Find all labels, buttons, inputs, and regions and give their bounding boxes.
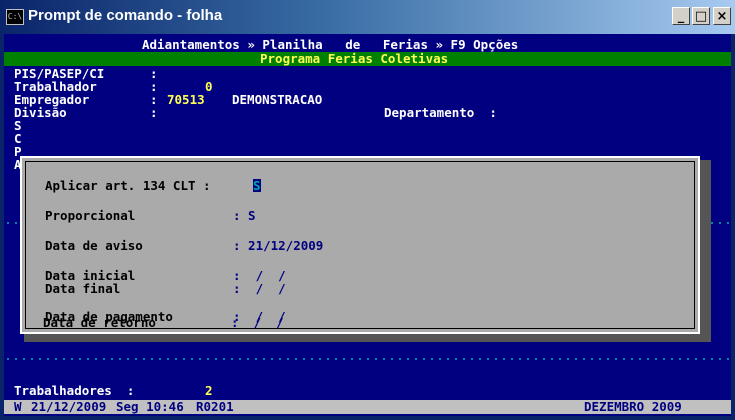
status-flag: W [14,399,22,414]
status-bar: W 21/12/2009 Seg 10:46 R0201 DEZEMBRO 20… [4,400,731,414]
data-final-field[interactable]: : / / [233,282,286,295]
close-button[interactable]: × [713,7,731,25]
maximize-button[interactable]: □ [692,7,710,25]
program-title: Programa Ferias Coletivas [260,51,449,66]
window-title: Prompt de comando - folha [28,7,223,24]
console-area[interactable]: Adiantamentos » Planilha de Ferias » F9 … [4,34,731,416]
status-day-time: Seg 10:46 [116,399,184,414]
separator-dots-lower [4,358,731,360]
menu-breadcrumb[interactable]: Adiantamentos » Planilha de Ferias » F9 … [142,38,518,51]
status-code: R0201 [196,399,234,414]
status-month: DEZEMBRO 2009 [584,399,682,414]
aplicar-field[interactable]: S [253,179,261,192]
trabalhadores-label: Trabalhadores : [14,383,135,398]
trabalhadores-count: 2 [205,383,213,398]
divisao-colon: : [150,105,158,120]
data-aviso-field[interactable]: : 21/12/2009 [233,239,323,252]
title-bar[interactable]: C:\ Prompt de comando - folha _ □ × [0,0,735,34]
menu-bar[interactable]: Adiantamentos » Planilha de Ferias » F9 … [4,38,731,52]
status-date: 21/12/2009 [31,399,107,414]
data-aviso-label: Data de aviso [45,238,143,253]
vacation-dialog: Aplicar art. 134 CLT : S Proporcional : … [20,156,700,334]
aplicar-label: Aplicar art. 134 CLT : [45,178,211,193]
departamento-label: Departamento : [384,105,497,120]
empregador-code[interactable]: 70513 [167,93,205,106]
divisao-label: Divisão [14,105,67,120]
data-retorno-label: Data de retorno [43,315,156,330]
data-final-label: Data final [45,281,121,296]
empregador-name: DEMONSTRACAO [232,92,323,107]
proporcional-label: Proporcional [45,208,136,223]
trabalhador-value[interactable]: 0 [205,80,213,93]
data-retorno-field[interactable]: : / / [231,316,284,329]
proporcional-field[interactable]: : S [233,209,256,222]
command-prompt-window: C:\ Prompt de comando - folha _ □ × Adia… [0,0,735,420]
program-title-bar: Programa Ferias Coletivas [4,52,731,66]
console-icon[interactable]: C:\ [6,9,24,25]
minimize-button[interactable]: _ [672,7,690,25]
